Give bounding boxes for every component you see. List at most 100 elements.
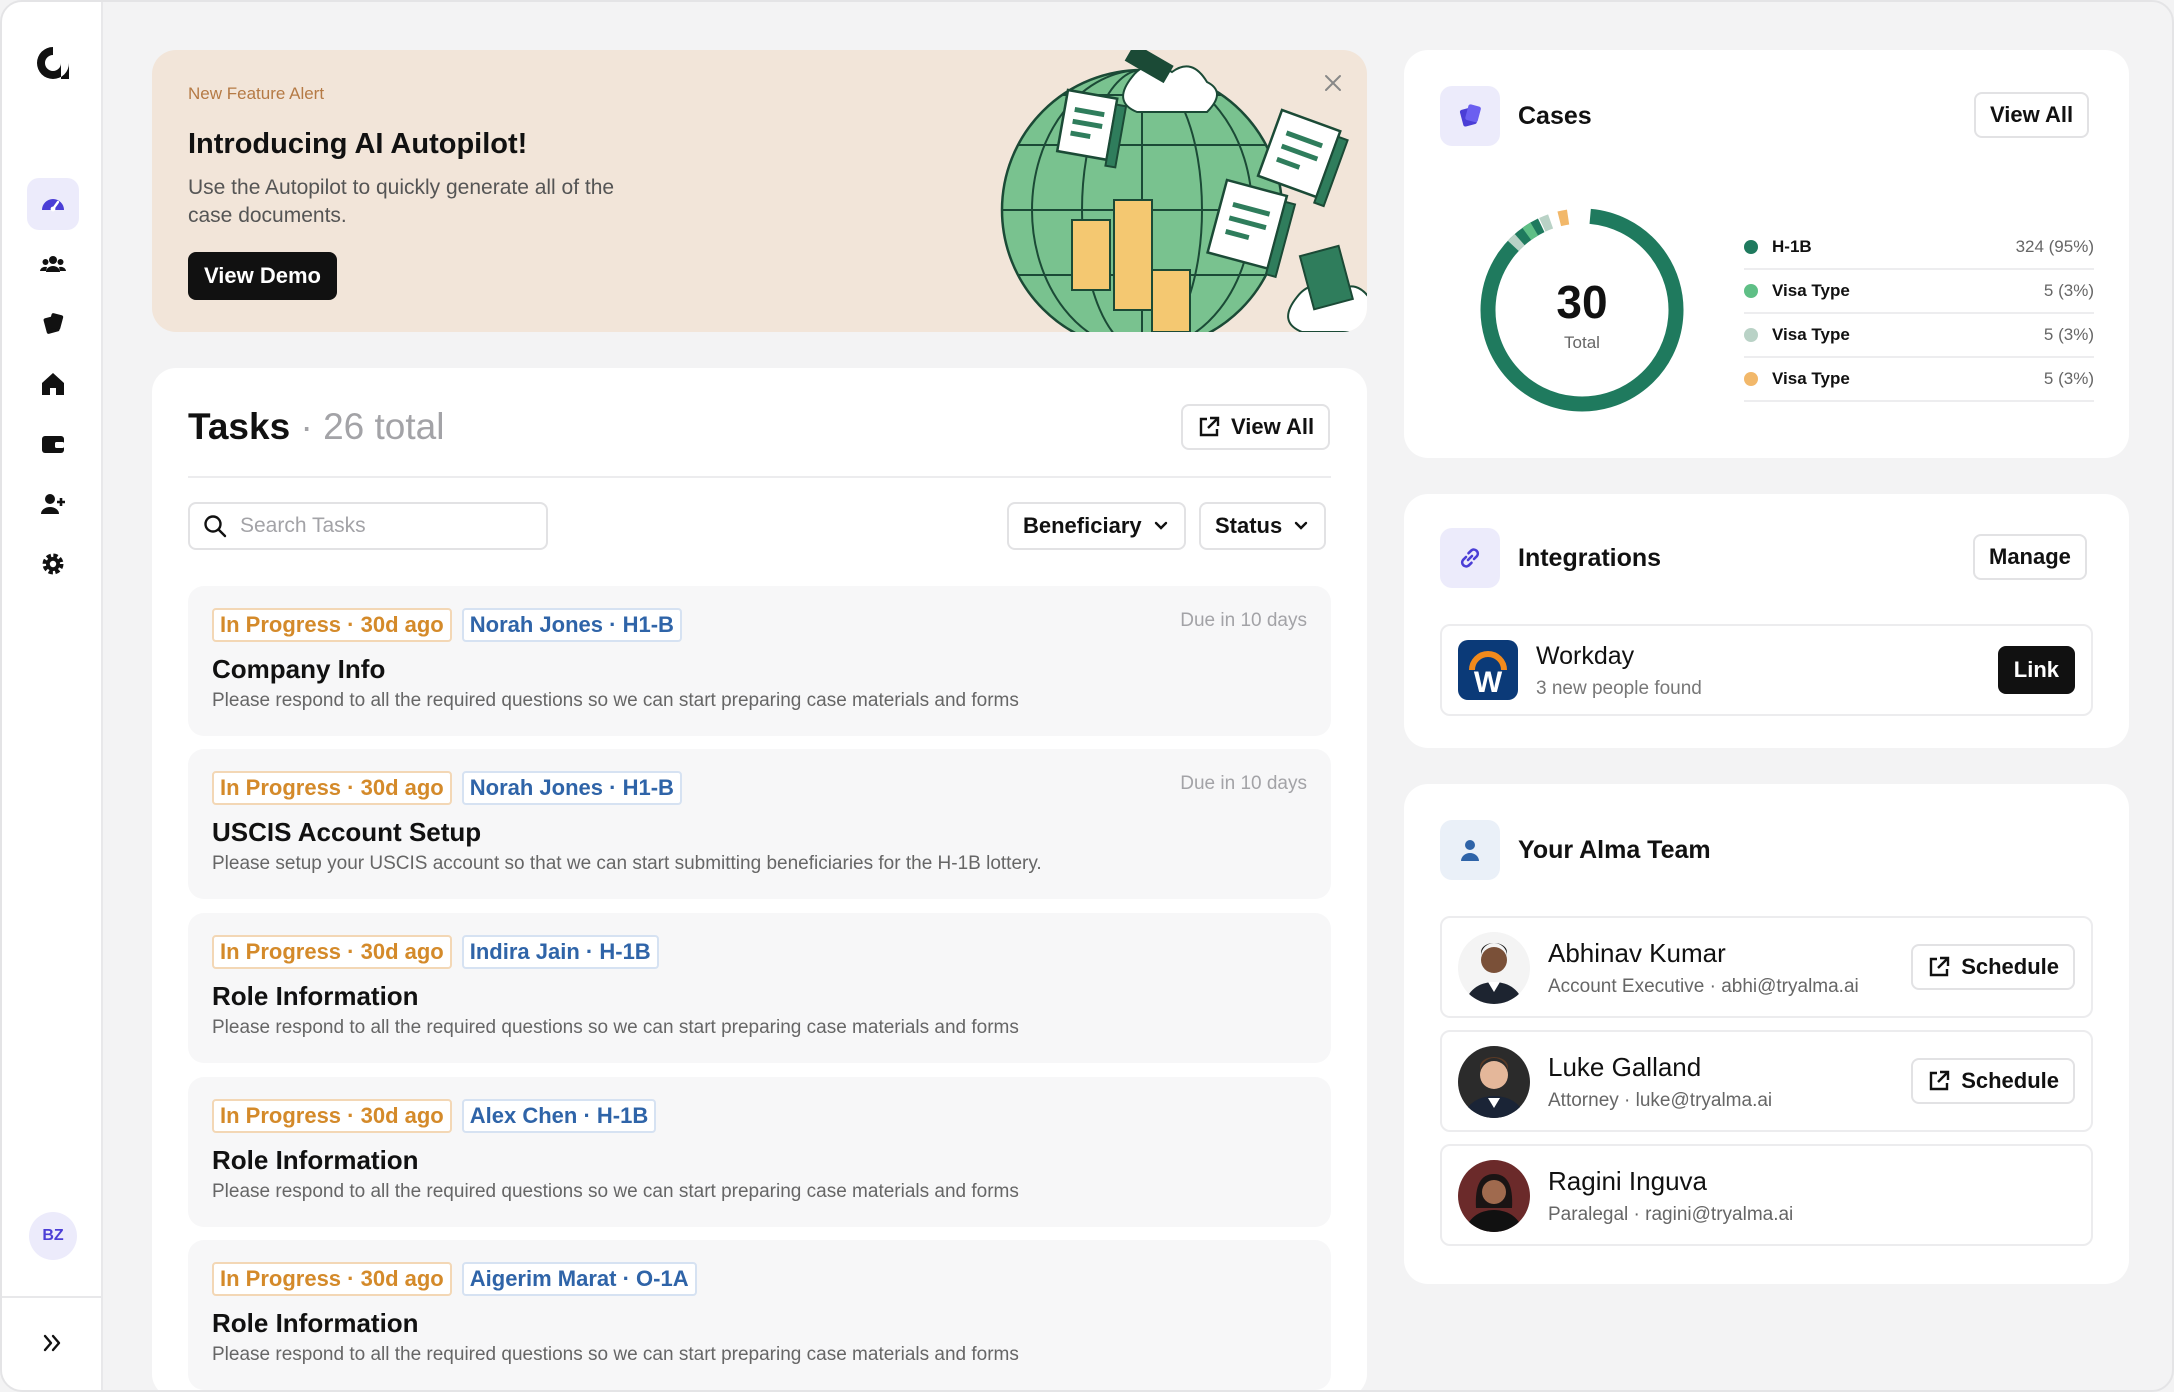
cases-view-all-button[interactable]: View All xyxy=(1974,92,2090,138)
schedule-label: Schedule xyxy=(1961,1068,2059,1093)
avatar xyxy=(1458,1160,1530,1232)
beneficiary-filter-label: Beneficiary xyxy=(1023,513,1142,538)
legend-label: Visa Type xyxy=(1772,281,1850,300)
cases-card: Cases View All 30 Total H-1B 324 (95%) V… xyxy=(1404,50,2129,458)
person-badge[interactable]: Norah Jones · H1-B xyxy=(461,608,682,642)
integrations-card: Integrations Manage W Workday 3 new peop… xyxy=(1404,494,2129,748)
person-name: Norah Jones xyxy=(469,612,604,637)
sidebar-item-home[interactable] xyxy=(27,358,79,410)
sidebar-item-settings[interactable] xyxy=(27,538,79,590)
users-icon xyxy=(40,256,66,272)
legend-label: Visa Type xyxy=(1772,369,1850,388)
status-filter[interactable]: Status xyxy=(1199,502,1327,550)
person-name: Norah Jones xyxy=(469,775,604,800)
avatar xyxy=(1458,1046,1530,1118)
task-description: Please setup your USCIS account so that … xyxy=(212,853,1042,874)
person-visa: O-1A xyxy=(636,1266,689,1291)
tasks-view-all-label: View All xyxy=(1231,414,1315,439)
status-text: In Progress xyxy=(220,775,342,800)
task-card[interactable]: In Progress · 30d ago Alex Chen · H-1B R… xyxy=(188,1077,1331,1227)
person-badge[interactable]: Alex Chen · H-1B xyxy=(461,1099,657,1133)
status-text: In Progress xyxy=(220,1103,342,1128)
tasks-count-separator: · xyxy=(290,406,324,447)
member-name: Ragini Inguva xyxy=(1548,1166,1707,1196)
status-age: 30d ago xyxy=(360,1266,444,1291)
chevrons-right-icon[interactable] xyxy=(40,1330,66,1356)
task-due: Due in 10 days xyxy=(1180,773,1307,794)
task-card[interactable]: In Progress · 30d ago Norah Jones · H1-B… xyxy=(188,586,1331,736)
external-link-icon xyxy=(1929,956,1950,977)
schedule-label: Schedule xyxy=(1961,954,2059,979)
person-visa: H1-B xyxy=(622,775,674,800)
person-badge[interactable]: Indira Jain · H-1B xyxy=(461,935,659,969)
schedule-button[interactable]: Schedule xyxy=(1911,1058,2075,1104)
chevron-down-icon xyxy=(1154,521,1167,530)
view-demo-button[interactable]: View Demo xyxy=(188,252,337,300)
status-badge: In Progress · 30d ago xyxy=(212,1099,452,1133)
schedule-button[interactable]: Schedule xyxy=(1911,944,2075,990)
sidebar-item-dashboard[interactable] xyxy=(27,178,79,230)
manage-integrations-button[interactable]: Manage xyxy=(1973,534,2087,580)
cases-legend: H-1B 324 (95%) Visa Type 5 (3%) Visa Typ… xyxy=(1744,226,2094,402)
task-description: Please respond to all the required quest… xyxy=(212,690,1019,711)
workday-logo: W xyxy=(1458,640,1518,700)
person-name: Indira Jain xyxy=(469,939,580,964)
gear-icon xyxy=(42,553,64,575)
task-card[interactable]: In Progress · 30d ago Norah Jones · H1-B… xyxy=(188,749,1331,899)
legend-row: H-1B 324 (95%) xyxy=(1744,226,2094,270)
wallet-icon xyxy=(42,436,64,453)
team-icon-wrap xyxy=(1440,820,1500,880)
manage-label: Manage xyxy=(1989,544,2071,569)
chevron-down-icon xyxy=(1295,521,1308,530)
status-badge: In Progress · 30d ago xyxy=(212,935,452,969)
integration-name: Workday xyxy=(1536,642,1635,670)
sidebar-item-cases[interactable] xyxy=(27,298,79,350)
tasks-divider xyxy=(188,476,1331,478)
task-card[interactable]: In Progress · 30d ago Aigerim Marat · O-… xyxy=(188,1240,1331,1390)
task-tags: In Progress · 30d ago Norah Jones · H1-B xyxy=(212,608,682,642)
person-badge[interactable]: Norah Jones · H1-B xyxy=(461,771,682,805)
feature-banner: New Feature Alert Introducing AI Autopil… xyxy=(152,50,1367,332)
tasks-view-all-button[interactable]: View All xyxy=(1181,404,1331,450)
person-visa: H-1B xyxy=(599,939,651,964)
legend-value: 5 (3%) xyxy=(2043,325,2094,344)
cases-total-label: Total xyxy=(1564,333,1600,352)
user-icon xyxy=(1461,840,1479,861)
app-window: BZ New Feature Alert Introducing AI Auto… xyxy=(0,0,2174,1392)
beneficiary-filter[interactable]: Beneficiary xyxy=(1007,502,1186,550)
alma-logo[interactable] xyxy=(34,44,72,82)
status-badge: In Progress · 30d ago xyxy=(212,771,452,805)
search-tasks-input[interactable] xyxy=(240,514,540,538)
cases-icon xyxy=(1459,104,1481,127)
status-text: In Progress xyxy=(220,612,342,637)
task-card[interactable]: In Progress · 30d ago Indira Jain · H-1B… xyxy=(188,913,1331,1063)
legend-row: Visa Type 5 (3%) xyxy=(1744,270,2094,314)
member-subtitle: Attorney · luke@tryalma.ai xyxy=(1548,1090,1773,1111)
sidebar-item-wallet[interactable] xyxy=(27,418,79,470)
tasks-title-label: Tasks xyxy=(188,406,291,447)
member-name: Luke Galland xyxy=(1548,1052,1702,1082)
link-workday-button[interactable]: Link xyxy=(1997,646,2075,694)
integration-subtitle: 3 new people found xyxy=(1536,678,1702,699)
close-icon[interactable] xyxy=(1322,72,1344,94)
banner-kicker: New Feature Alert xyxy=(188,84,325,103)
legend-value: 324 (95%) xyxy=(2015,237,2094,256)
integrations-title: Integrations xyxy=(1518,544,1662,572)
task-description: Please respond to all the required quest… xyxy=(212,1344,1019,1365)
task-description: Please respond to all the required quest… xyxy=(212,1181,1019,1202)
user-avatar[interactable]: BZ xyxy=(29,1212,77,1260)
task-tags: In Progress · 30d ago Indira Jain · H-1B xyxy=(212,935,659,969)
external-link-icon xyxy=(1199,416,1220,437)
member-subtitle: Account Executive · abhi@tryalma.ai xyxy=(1548,976,1859,997)
sidebar-item-people[interactable] xyxy=(27,238,79,290)
team-member-row: Abhinav Kumar Account Executive · abhi@t… xyxy=(1440,916,2093,1018)
search-tasks-field[interactable] xyxy=(188,502,548,550)
legend-label: H-1B xyxy=(1772,237,1812,256)
legend-value: 5 (3%) xyxy=(2043,369,2094,388)
legend-dot xyxy=(1744,284,1758,298)
person-name: Aigerim Marat xyxy=(469,1266,617,1291)
person-badge[interactable]: Aigerim Marat · O-1A xyxy=(461,1262,697,1296)
search-icon xyxy=(204,515,227,538)
task-tags: In Progress · 30d ago Aigerim Marat · O-… xyxy=(212,1262,697,1296)
sidebar-item-add-user[interactable] xyxy=(27,478,79,530)
